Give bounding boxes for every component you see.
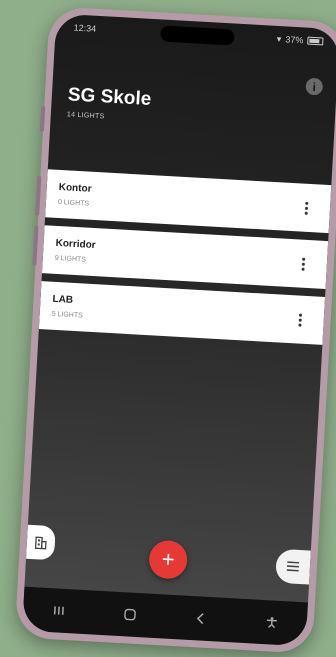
page-subtitle: 14 LIGHTS [66, 111, 105, 121]
status-time: 12:34 [73, 22, 97, 34]
mute-switch [39, 105, 46, 133]
room-list: Kontor 0 LIGHTS Korridor 9 LIGHTS LAB 5 … [38, 169, 332, 353]
volume-down-button [32, 225, 39, 266]
building-button[interactable] [25, 524, 56, 561]
recent-apps-button[interactable] [43, 598, 74, 624]
room-card-kontor[interactable]: Kontor 0 LIGHTS [45, 169, 332, 234]
phone-frame: 12:34 ▾ 37% i SG Skole 14 LIGHTS Kontor … [14, 6, 336, 654]
info-icon[interactable]: i [305, 77, 324, 96]
status-bar: 12:34 ▾ 37% [73, 20, 324, 50]
system-nav-bar [21, 586, 308, 647]
building-icon [34, 536, 47, 550]
menu-icon [286, 561, 300, 572]
room-card-lab[interactable]: LAB 5 LIGHTS [38, 281, 326, 345]
app-screen: 12:34 ▾ 37% i SG Skole 14 LIGHTS Kontor … [21, 13, 336, 647]
room-card-korridor[interactable]: Korridor 9 LIGHTS [41, 225, 329, 290]
add-room-button[interactable]: + [148, 539, 189, 580]
recent-apps-icon [53, 606, 64, 615]
back-button[interactable] [185, 606, 216, 632]
back-icon [196, 613, 204, 625]
home-icon [123, 608, 136, 621]
home-button[interactable] [114, 602, 145, 628]
accessibility-icon [266, 617, 277, 629]
header: SG Skole 14 LIGHTS [67, 84, 152, 123]
menu-button[interactable] [275, 548, 311, 585]
page-title: SG Skole [67, 84, 152, 110]
volume-up-button [35, 175, 42, 216]
battery-percent: 37% [285, 34, 304, 46]
accessibility-button[interactable] [256, 610, 287, 636]
signal-icon: ▾ [276, 33, 282, 44]
battery-icon [307, 36, 324, 46]
